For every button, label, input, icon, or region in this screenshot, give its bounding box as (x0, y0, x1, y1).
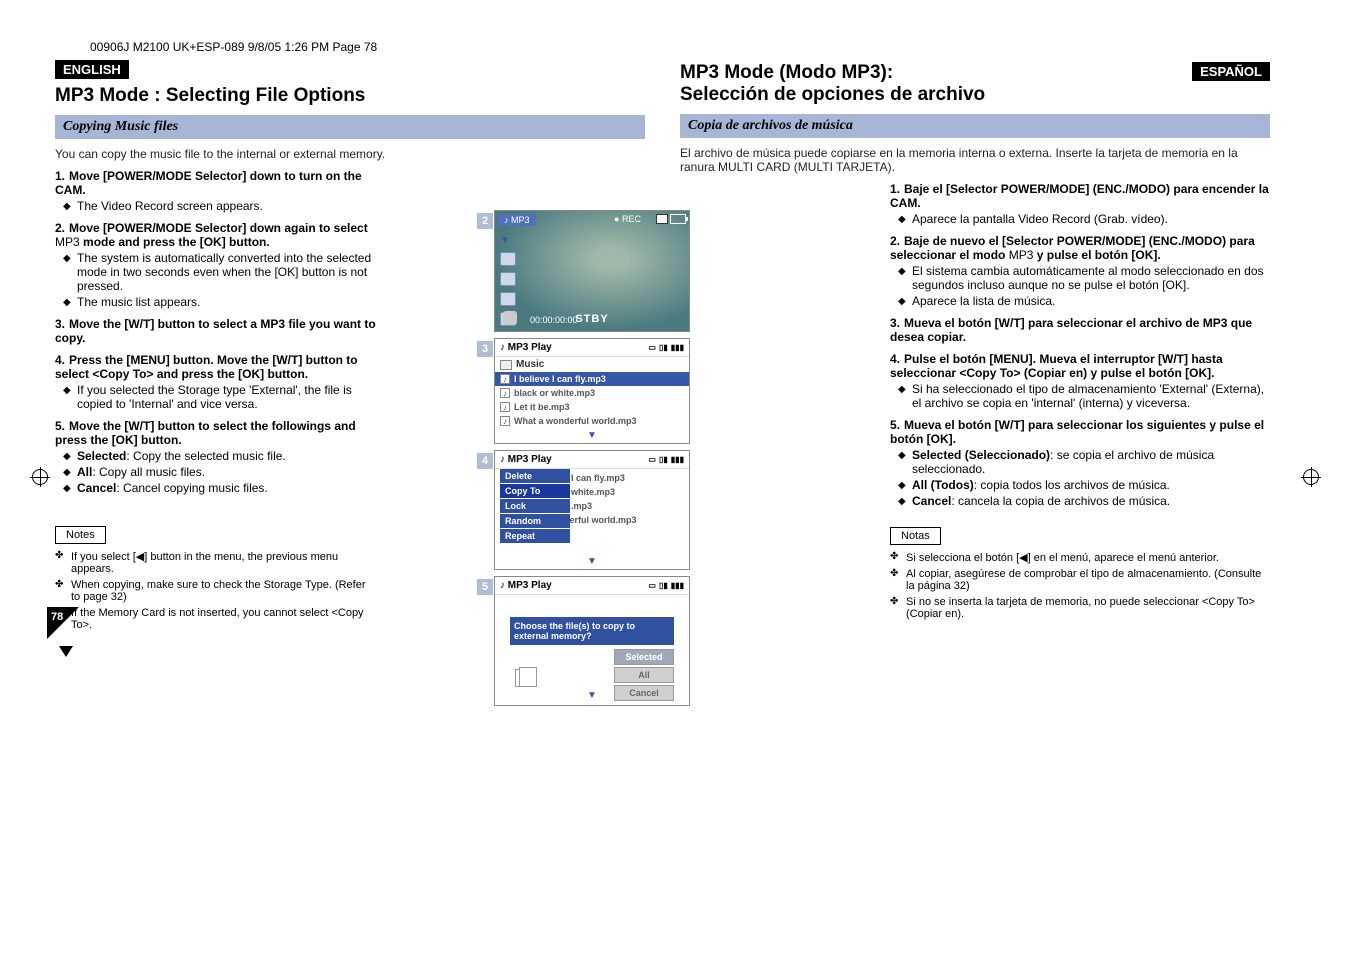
r-step5-opt2: All (Todos): copia todos los archivos de… (890, 478, 1270, 492)
section-bar-left: Copying Music files (55, 115, 645, 139)
note-icon: ♪ (500, 416, 510, 426)
note-icon: ♪ (500, 388, 510, 398)
folder-icon (500, 360, 512, 370)
title-right-2: Selección de opciones de archivo (680, 84, 1270, 106)
list-item: ♪black or white.mp3 (495, 386, 689, 400)
title-right-1: MP3 Mode (Modo MP3): (680, 62, 1270, 84)
note-right-2: Al copiar, asegúrese de comprobar el tip… (890, 568, 1270, 592)
mode-icon (500, 252, 516, 266)
menu-item-repeat: Repeat (500, 529, 570, 543)
language-tag-es: ESPAÑOL (1192, 62, 1270, 81)
step5-opt3: Cancel: Cancel copying music files. (55, 481, 385, 495)
r-step3-head: 3.Mueva el botón [W/T] para seleccionar … (890, 316, 1270, 344)
list-item: ♪Let it be.mp3 (495, 400, 689, 414)
r-step1-head: 1.Baje el [Selector POWER/MODE] (ENC./MO… (890, 182, 1270, 210)
r-step2-head: 2.Baje de nuevo el [Selector POWER/MODE]… (890, 234, 1270, 262)
intro-left: You can copy the music file to the inter… (55, 147, 645, 161)
step2-bullet1: The system is automatically converted in… (55, 251, 385, 293)
stop-icon (503, 311, 517, 325)
scroll-down-icon: ▼ (495, 554, 689, 569)
step1-bullet: The Video Record screen appears. (55, 199, 385, 213)
folder-header: Music (495, 357, 689, 372)
step5-head: 5.Move the [W/T] button to select the fo… (55, 419, 385, 447)
step1-head: 1.Move [POWER/MODE Selector] down to tur… (55, 169, 385, 197)
intro-right: El archivo de música puede copiarse en l… (680, 146, 1270, 174)
status-icons: ▭▯▮▮▮▮ (648, 581, 684, 590)
rec-indicator: ● REC (614, 214, 641, 224)
menu-item-random: Random (500, 514, 570, 528)
sd-icon: ▭ (648, 581, 656, 590)
r-step5-head: 5.Mueva el botón [W/T] para seleccionar … (890, 418, 1270, 446)
menu-item-copyto: Copy To (500, 484, 570, 498)
r-step1-bullet: Aparece la pantalla Video Record (Grab. … (890, 212, 1270, 226)
status-icons: ▭▯▮▮▮▮ (648, 343, 684, 352)
status-icons: ▭▯▮▮▮▮ (648, 455, 684, 464)
list-item: ♪What a wonderful world.mp3 (495, 414, 689, 428)
r-step5-opt1: Selected (Seleccionado): se copia el arc… (890, 448, 1270, 476)
r-step2-bullet2: Aparece la lista de música. (890, 294, 1270, 308)
page-number-corner: 78 (47, 607, 83, 643)
title-left: MP3 Mode : Selecting File Options (55, 85, 395, 107)
section-bar-right: Copia de archivos de música (680, 114, 1270, 138)
screen-number-4: 4 (477, 453, 493, 469)
r-step5-opt3: Cancel: cancela la copia de archivos de … (890, 494, 1270, 508)
r-step4-bullet: Si ha seleccionado el tipo de almacenami… (890, 382, 1270, 410)
sd-icon (656, 214, 668, 224)
screen-number-2: 2 (477, 213, 493, 229)
note-left-2: When copying, make sure to check the Sto… (55, 579, 375, 603)
step4-bullet: If you selected the Storage type 'Extern… (55, 383, 385, 411)
note-icon: ♪ (500, 402, 510, 412)
list-item: ♪I believe I can fly.mp3 (495, 372, 689, 386)
mp3-badge: ♪ MP3 (498, 214, 536, 226)
r-step4-head: 4.Pulse el botón [MENU]. Mueva el interr… (890, 352, 1270, 380)
dialog-text: Choose the file(s) to copy to external m… (510, 617, 674, 645)
step2-bullet2: The music list appears. (55, 295, 385, 309)
screen-number-3: 3 (477, 341, 493, 357)
screen-number-5: 5 (477, 579, 493, 595)
timecode: 00:00:00:00 (530, 315, 578, 325)
notes-label-left: Notes (55, 526, 106, 544)
step3-head: 3.Move the [W/T] button to select a MP3 … (55, 317, 385, 345)
step4-head: 4.Press the [MENU] button. Move the [W/T… (55, 353, 385, 381)
vol-icon: ▯▮ (659, 343, 668, 352)
language-tag-en: ENGLISH (55, 60, 129, 79)
step5-opt2: All: Copy all music files. (55, 465, 385, 479)
menu-item-delete: Delete (500, 469, 570, 483)
note-left-1: If you select [◀] button in the menu, th… (55, 550, 375, 575)
mode-icon (500, 272, 516, 286)
scroll-down-icon: ▼ (495, 428, 689, 443)
copy-icon (515, 669, 531, 687)
note-left-3: If the Memory Card is not inserted, you … (55, 607, 375, 631)
note-right-3: Si no se inserta la tarjeta de memoria, … (890, 596, 1270, 620)
vol-icon: ▯▮ (659, 581, 668, 590)
note-right-1: Si selecciona el botón [◀] en el menú, a… (890, 551, 1270, 564)
r-step2-bullet1: El sistema cambia automáticamente al mod… (890, 264, 1270, 292)
registration-mark-right (1301, 467, 1321, 487)
stby-label: STBY (575, 313, 608, 325)
step5-opt1: Selected: Copy the selected music file. (55, 449, 385, 463)
scroll-down-icon: ▼ (495, 688, 689, 703)
menu-item-lock: Lock (500, 499, 570, 513)
screen-preview-4: 4 ♪ MP3 Play▭▯▮▮▮▮ I can fly.mp3 white.m… (494, 450, 690, 570)
mode-icon (500, 292, 516, 306)
header-printinfo: 00906J M2100 UK+ESP-089 9/8/05 1:26 PM P… (90, 40, 377, 54)
page-arrow-icon (59, 646, 73, 657)
sd-icon: ▭ (648, 343, 656, 352)
registration-mark-left (30, 467, 50, 487)
sd-icon: ▭ (648, 455, 656, 464)
notes-label-right: Notas (890, 527, 941, 545)
dialog-opt-all: All (614, 667, 674, 683)
screen-preview-3: 3 ♪ MP3 Play▭▯▮▮▮▮ Music ♪I believe I ca… (494, 338, 690, 444)
dialog-opt-selected: Selected (614, 649, 674, 665)
step2-head: 2.Move [POWER/MODE Selector] down again … (55, 221, 385, 249)
screen-preview-5: 5 ♪ MP3 Play▭▯▮▮▮▮ Choose the file(s) to… (494, 576, 690, 706)
screen-preview-2: 2 ♪ MP3 ● REC ▼ 00:00:00:00 STBY (494, 210, 690, 332)
note-icon: ♪ (500, 374, 510, 384)
page-right: ESPAÑOL MP3 Mode (Modo MP3): Selección d… (680, 60, 1270, 624)
vol-icon: ▯▮ (659, 455, 668, 464)
